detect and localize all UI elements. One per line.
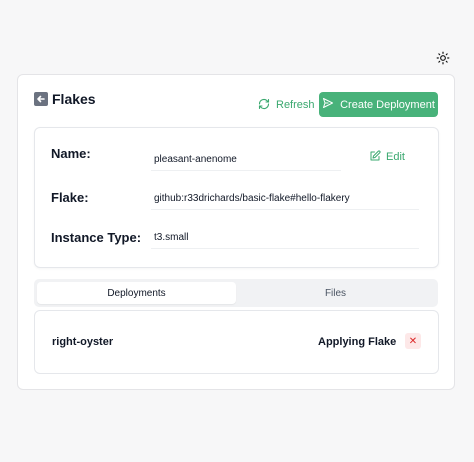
edit-label: Edit: [386, 151, 405, 163]
deployment-name: right-oyster: [52, 336, 114, 348]
create-deployment-button[interactable]: Create Deployment: [319, 92, 438, 117]
flake-label: Flake:: [51, 190, 89, 205]
close-icon[interactable]: ✕: [405, 333, 421, 349]
edit-button[interactable]: Edit: [369, 148, 405, 166]
refresh-icon: [258, 98, 270, 113]
page-header: Flakes: [34, 91, 96, 107]
back-arrow-icon[interactable]: [34, 92, 48, 106]
flake-detail-card: Flakes Refresh Create Deployment Name: p…: [17, 74, 455, 390]
create-deployment-label: Create Deployment: [340, 98, 435, 111]
refresh-button[interactable]: Refresh: [252, 93, 321, 117]
flake-details-panel: Name: pleasant-anenome Edit Flake: githu…: [34, 127, 439, 268]
edit-icon: [369, 149, 381, 165]
tab-deployments[interactable]: Deployments: [37, 282, 236, 304]
flake-field[interactable]: github:r33drichards/basic-flake#hello-fl…: [151, 188, 419, 210]
deployment-tabs: Deployments Files: [34, 279, 438, 307]
instance-type-label: Instance Type:: [51, 230, 142, 245]
tab-files[interactable]: Files: [236, 282, 435, 304]
name-field[interactable]: pleasant-anenome: [151, 149, 341, 171]
name-label: Name:: [51, 146, 91, 161]
instance-type-field[interactable]: t3.small: [151, 227, 419, 249]
deployment-list-item[interactable]: right-oyster Applying Flake ✕: [34, 310, 439, 374]
theme-toggle-sun-icon[interactable]: [433, 48, 453, 68]
page-title: Flakes: [52, 91, 96, 107]
refresh-label: Refresh: [276, 99, 315, 111]
send-icon: [322, 97, 334, 112]
deployment-status: Applying Flake: [318, 336, 397, 348]
